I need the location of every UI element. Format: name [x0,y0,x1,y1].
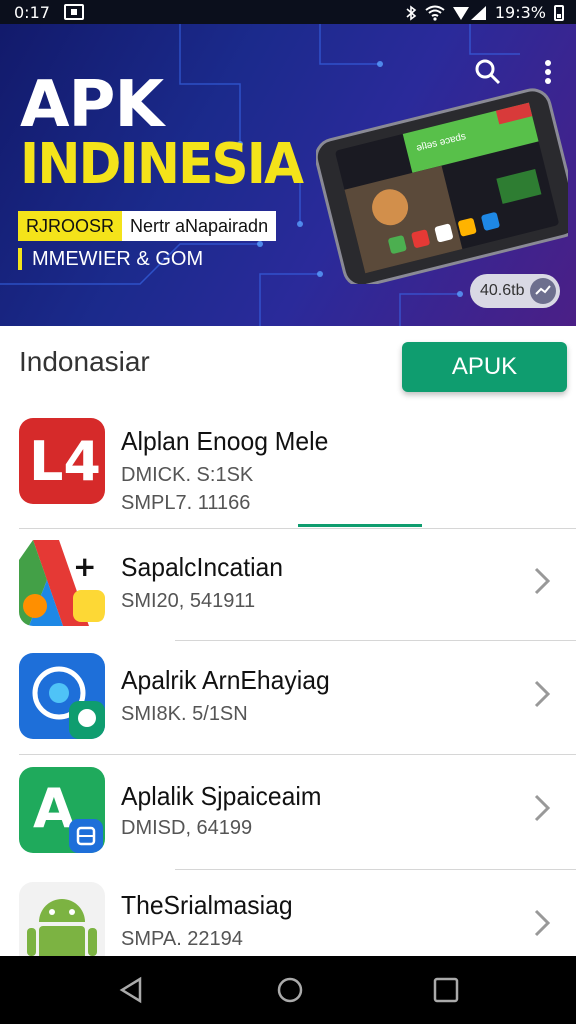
back-icon[interactable] [118,976,146,1004]
svg-text:+: + [73,550,96,583]
phone-illustration: ǝlʇǝs ǝɔɐds [316,88,568,284]
banner-tags: RJROOSR Nertr aNapairadn [18,211,277,241]
section-title: Indonasiar [19,346,150,377]
divider [19,754,576,755]
status-time: 0:17 [14,3,50,22]
divider [19,528,576,529]
list-item[interactable]: L4 Alplan Enoog Mele DMICK. S:1SK SMPL7.… [0,418,576,528]
app-icon-l4-text: L4 [29,430,101,493]
app-meta-secondary: SMPL7. 11166 [121,492,251,514]
apuk-button[interactable]: APUK [402,342,567,392]
app-name: SapalcIncatian [121,552,284,582]
app-meta-primary: SMI8K. 5/1SN [121,703,248,725]
app-meta-primary: SMPA. 22194 [121,928,243,950]
app-name: TheSrialmasiag [121,890,293,920]
active-indicator [298,524,422,527]
chart-icon [530,278,556,304]
app-icon-l4: L4 [19,418,105,504]
banner-subtitle: MMEWIER & GOM [18,248,203,270]
signal-icon [452,5,486,20]
banner-tag-white: Nertr aNapairadn [122,211,277,241]
divider [175,869,576,870]
list-item[interactable]: TheSrialmasiag SMPA. 22194 [0,882,576,956]
app-meta-primary: DMISD, 64199 [121,817,253,839]
gallery-notification-icon [64,4,84,20]
size-pill[interactable]: 40.6tb [470,274,560,308]
logo-apk-text: APK [20,68,164,142]
app-name: Aplalik Sjpaiceaim [121,781,322,811]
banner-tag-yellow: RJROOSR [18,211,123,241]
promo-banner: APK INDINESIA RJROOSR Nertr aNapairadn M… [0,24,576,326]
list-item[interactable]: Apalrik ArnEhayiag SMI8K. 5/1SN [0,653,576,753]
list-item[interactable]: + SapalcIncatian SMI20, 541911 [0,540,576,640]
app-name: Alplan Enoog Mele [121,426,329,456]
app-icon-apalrik [19,653,105,739]
size-pill-text: 40.6tb [480,282,525,299]
home-icon[interactable] [276,976,304,1004]
app-icon-aplalik: A [19,767,105,853]
status-bar: 0:17 19:3% [0,0,576,24]
search-icon[interactable] [474,58,502,86]
app-icon-sapal: + [19,540,105,626]
battery-percent: 19:3% [494,3,546,22]
logo-indonesia-text: INDINESIA [20,132,304,197]
recents-icon[interactable] [432,976,460,1004]
divider [175,640,576,641]
chevron-right-icon[interactable] [530,679,554,709]
chevron-right-icon[interactable] [530,566,554,596]
navigation-bar [0,956,576,1024]
wifi-icon [425,5,445,21]
list-item[interactable]: A Aplalik Sjpaiceaim DMISD, 64199 [0,767,576,867]
android-icon [19,882,105,956]
more-vert-icon[interactable] [538,58,558,86]
chevron-right-icon[interactable] [530,793,554,823]
app-name: Apalrik ArnEhayiag [121,665,330,695]
chevron-right-icon[interactable] [530,908,554,938]
app-meta-primary: DMICK. S:1SK [121,464,254,486]
bluetooth-icon [406,4,417,21]
app-meta-primary: SMI20, 541911 [121,590,256,612]
battery-icon [554,4,564,21]
status-icons: 19:3% [405,3,564,22]
